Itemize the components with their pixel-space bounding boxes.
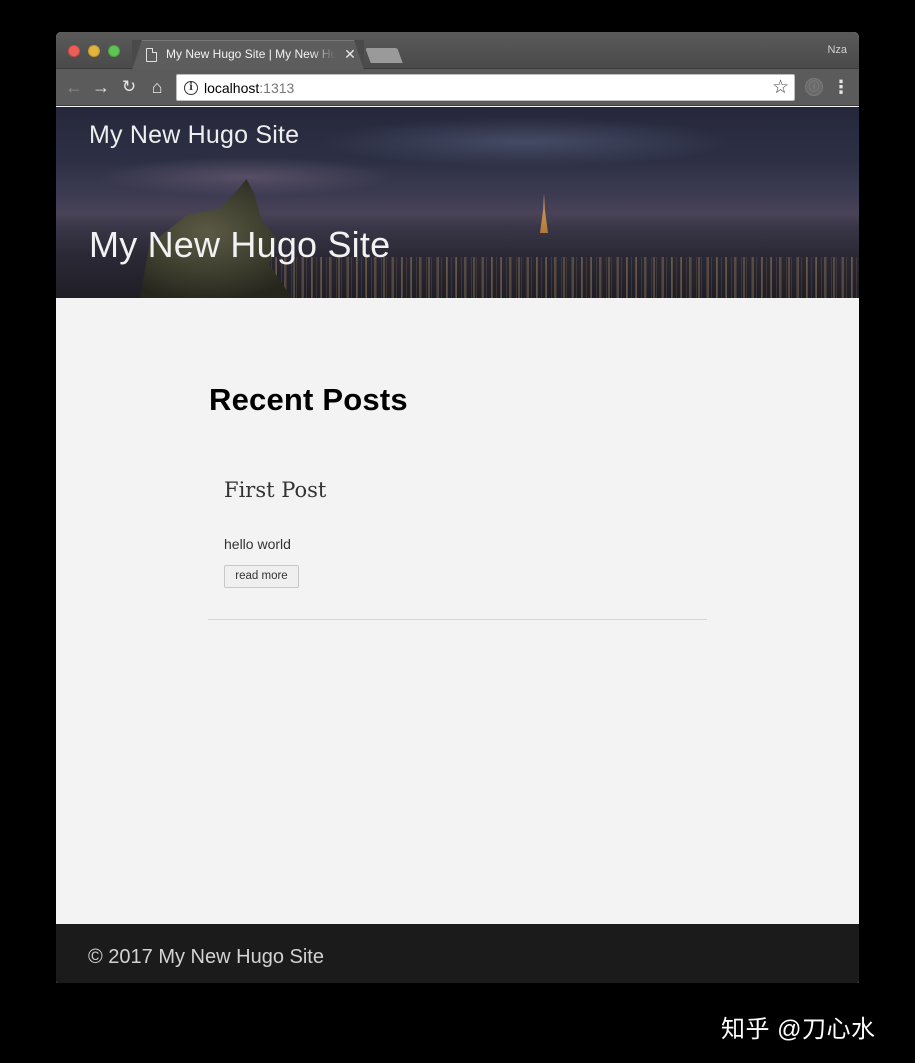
home-icon[interactable]: ⌂ [145,75,169,99]
url-port: :1313 [259,80,295,96]
browser-toolbar: ← → ↻ ⌂ i localhost:1313 ☆ ⓘ ⋮ [56,69,859,106]
main-content: Recent Posts First Post hello world read… [208,382,707,620]
url-text[interactable]: localhost:1313 [204,80,294,96]
page-icon [146,48,157,62]
page-viewport: My New Hugo Site My New Hugo Site Recent… [56,107,859,983]
tab-close-icon[interactable]: ✕ [342,46,358,62]
forward-arrow-icon[interactable]: → [89,75,113,99]
site-header: My New Hugo Site My New Hugo Site [56,107,859,298]
tab-strip: My New Hugo Site | My New Hugo Site ✕ Nz… [56,32,859,70]
new-tab-button[interactable] [365,48,403,63]
tab-active[interactable]: My New Hugo Site | My New Hugo Site ✕ [132,40,364,70]
back-arrow-icon[interactable]: ← [62,75,86,99]
site-info-icon[interactable]: i [184,81,198,95]
watermark-text: 知乎 @刀心水 [721,1016,876,1043]
reload-icon[interactable]: ↻ [117,75,141,99]
profile-name[interactable]: Nza [827,44,847,56]
bookmark-star-icon[interactable]: ☆ [772,76,789,100]
minimize-window-button[interactable] [88,45,100,57]
read-more-button[interactable]: read more [224,565,299,588]
browser-menu-icon[interactable]: ⋮ [832,75,850,99]
tab-title: My New Hugo Site | My New Hugo Site [166,47,336,61]
footer-copyright: © 2017 My New Hugo Site [88,946,324,968]
hero-title: My New Hugo Site [89,224,391,265]
section-title: Recent Posts [209,382,408,417]
site-name-link[interactable]: My New Hugo Site [89,121,299,150]
post-divider [208,619,707,620]
extension-icon[interactable]: ⓘ [805,78,823,96]
address-bar[interactable]: i localhost:1313 ☆ [176,74,795,101]
url-host: localhost [204,80,260,96]
post-summary: hello world [224,536,291,552]
maximize-window-button[interactable] [108,45,120,57]
site-footer: © 2017 My New Hugo Site [56,924,859,983]
post-summary-card: First Post hello world read more [208,472,707,620]
browser-window: My New Hugo Site | My New Hugo Site ✕ Nz… [56,32,859,983]
close-window-button[interactable] [68,45,80,57]
eiffel-tower-image [540,193,548,233]
post-title-link[interactable]: First Post [224,478,326,502]
